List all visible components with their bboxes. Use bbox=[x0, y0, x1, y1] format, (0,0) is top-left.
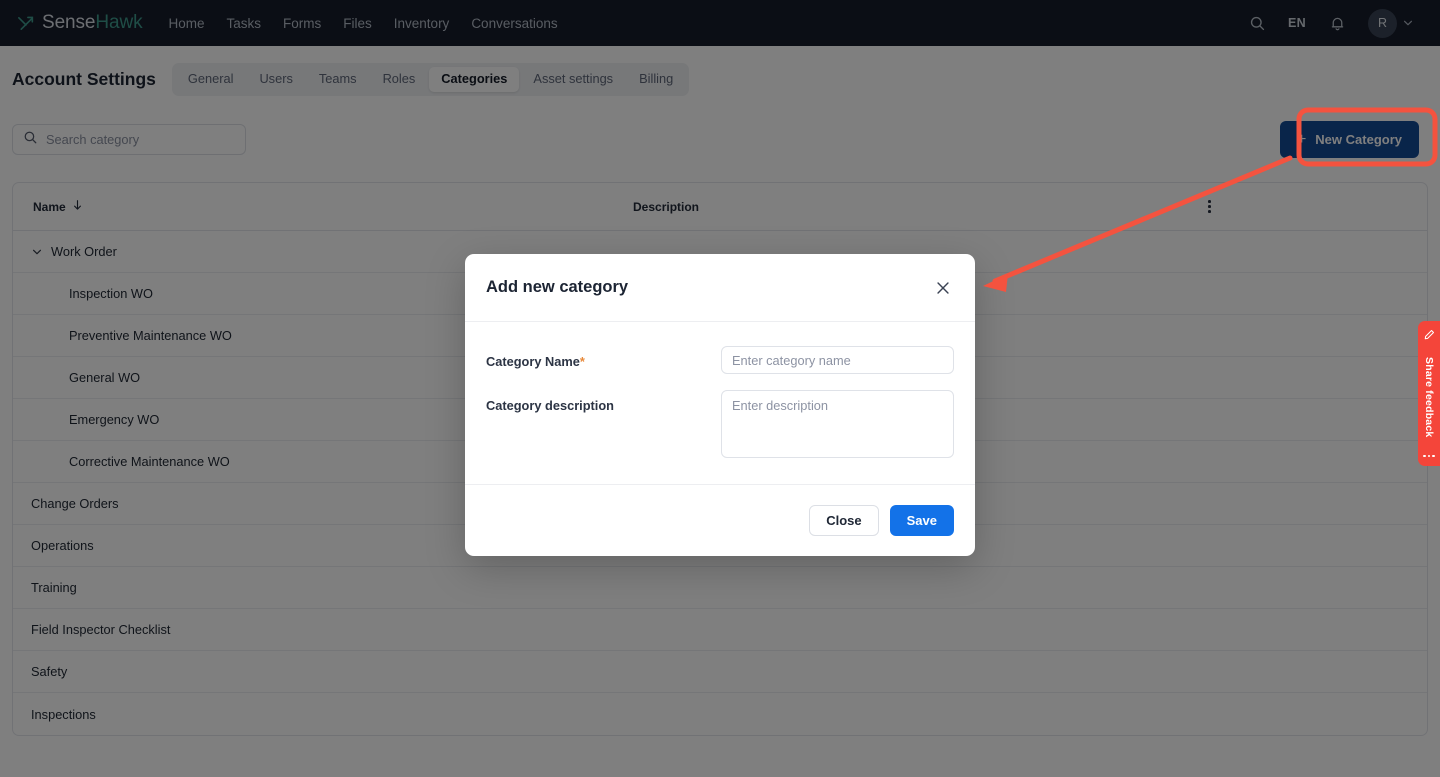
modal-header: Add new category bbox=[465, 254, 975, 322]
category-description-label: Category description bbox=[486, 398, 614, 413]
close-icon[interactable] bbox=[932, 277, 954, 299]
category-name-input[interactable] bbox=[721, 346, 954, 374]
category-name-label: Category Name* bbox=[486, 346, 721, 374]
modal-footer: Close Save bbox=[465, 484, 975, 556]
add-new-category-modal: Add new category Category Name* Category… bbox=[465, 254, 975, 556]
modal-body: Category Name* Category description bbox=[465, 322, 975, 484]
modal-title: Add new category bbox=[486, 278, 629, 296]
share-feedback-label: Share feedback bbox=[1423, 357, 1435, 438]
close-button[interactable]: Close bbox=[809, 505, 879, 536]
form-row-category-name: Category Name* bbox=[486, 346, 954, 374]
form-row-category-description: Category description bbox=[486, 390, 954, 458]
category-name-label-text: Category Name bbox=[486, 354, 580, 369]
category-description-textarea[interactable] bbox=[721, 390, 954, 458]
required-asterisk: * bbox=[579, 354, 585, 369]
app-root: SenseHawk Home Tasks Forms Files Invento… bbox=[0, 0, 1440, 777]
pencil-icon bbox=[1424, 329, 1435, 340]
save-button[interactable]: Save bbox=[889, 505, 954, 536]
drag-dots-icon bbox=[1423, 454, 1435, 457]
share-feedback-rail[interactable]: Share feedback bbox=[1418, 321, 1440, 466]
